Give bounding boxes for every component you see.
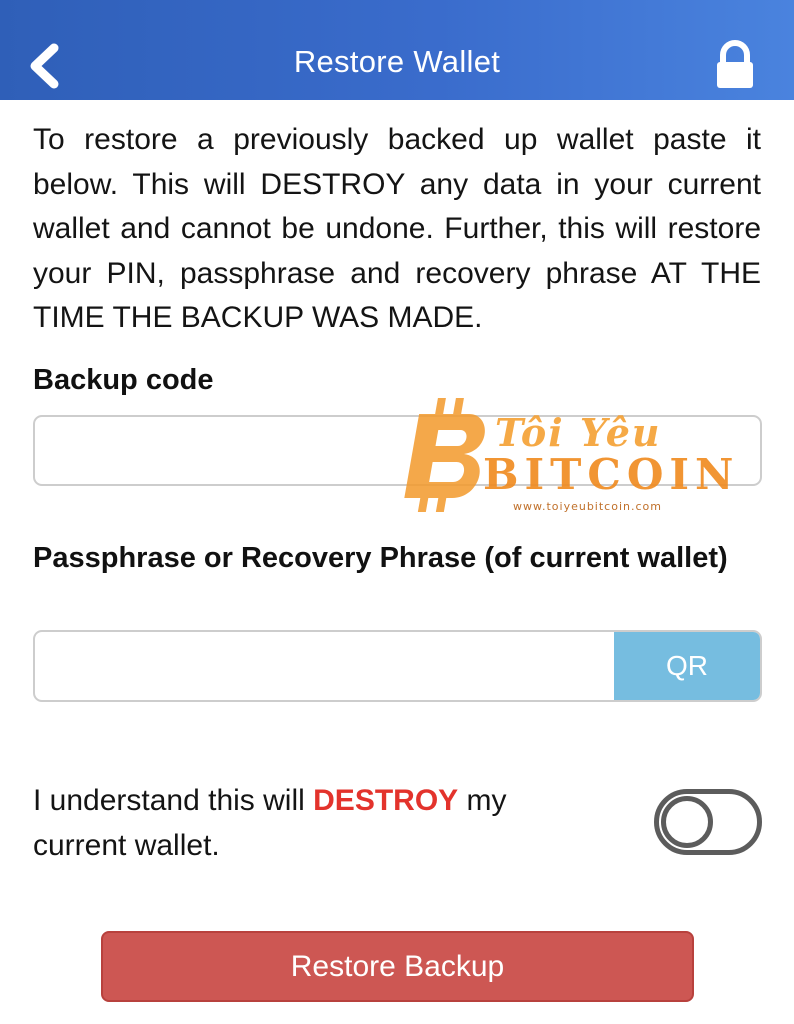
nav-header: Restore Wallet	[0, 0, 794, 100]
watermark-url: www.toiyeubitcoin.com	[513, 500, 662, 513]
lock-button[interactable]	[712, 40, 758, 90]
watermark-brand-bottom: BITCOIN	[483, 450, 740, 499]
lock-icon	[717, 40, 753, 88]
destroy-confirmation-text: I understand this will DESTROY my curren…	[33, 778, 593, 868]
destroy-confirm-toggle[interactable]	[654, 789, 762, 855]
watermark-brand-top: Tôi Yêu	[495, 410, 662, 455]
destroy-highlight: DESTROY	[313, 784, 459, 817]
toiyeubitcoin-watermark: Tôi Yêu BITCOIN www.toiyeubitcoin.com	[395, 392, 733, 522]
restore-backup-button[interactable]: Restore Backup	[101, 931, 694, 1002]
passphrase-field[interactable]: QR	[33, 630, 762, 702]
toggle-knob	[661, 796, 713, 848]
qr-scan-button[interactable]: QR	[614, 632, 760, 700]
intro-text: To restore a previously backed up wallet…	[33, 123, 761, 334]
passphrase-label: Passphrase or Recovery Phrase (of curren…	[33, 542, 728, 574]
page-title: Restore Wallet	[293, 44, 501, 79]
backup-code-label: Backup code	[33, 364, 214, 396]
confirm-text-before: I understand this will	[33, 784, 314, 817]
